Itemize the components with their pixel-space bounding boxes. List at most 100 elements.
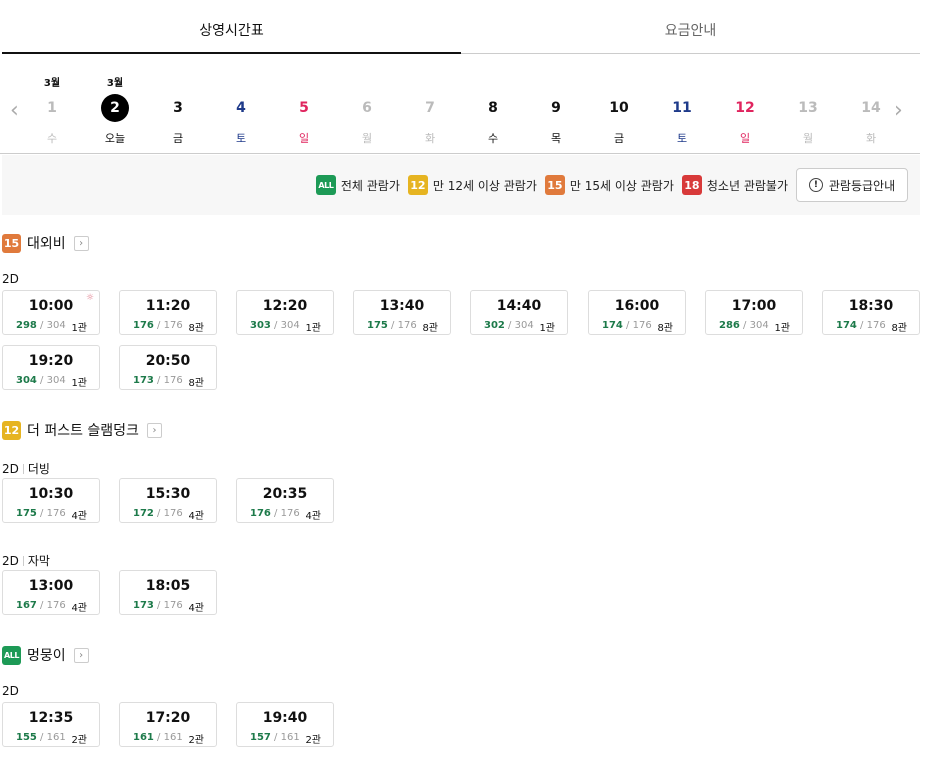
seats-remaining: 167 bbox=[16, 600, 37, 611]
date-month bbox=[596, 74, 642, 86]
seat-count: 175 / 176 bbox=[16, 508, 66, 519]
showtime-slot[interactable]: 13:00 167 / 176 4관 bbox=[2, 570, 100, 615]
date-number: 2 bbox=[101, 94, 129, 122]
date-weekday: 금 bbox=[613, 132, 625, 145]
showtime-slot[interactable]: 15:30 172 / 176 4관 bbox=[119, 478, 217, 523]
seats-separator: / bbox=[856, 320, 867, 331]
showtime-time: 19:20 bbox=[28, 353, 74, 369]
prev-dates-chevron-left-icon[interactable]: ‹ bbox=[10, 100, 19, 122]
date-number: 9 bbox=[551, 100, 561, 116]
hall-number: 8관 bbox=[657, 323, 673, 334]
showtime-slot[interactable]: 10:30 175 / 176 4관 bbox=[2, 478, 100, 523]
showtime-slot[interactable]: 17:00 286 / 304 1관 bbox=[705, 290, 803, 335]
seat-count: 174 / 176 bbox=[836, 320, 886, 331]
seats-separator: / bbox=[153, 320, 164, 331]
showtime-time: 12:35 bbox=[28, 710, 74, 726]
showtime-slot[interactable]: 20:35 176 / 176 4관 bbox=[236, 478, 334, 523]
seats-separator: / bbox=[739, 320, 750, 331]
showtime-time: 10:00 bbox=[28, 298, 74, 314]
seat-count: 173 / 176 bbox=[133, 375, 183, 386]
format-label: 2D bbox=[2, 272, 19, 286]
date-month bbox=[155, 74, 201, 86]
seats-total: 176 bbox=[163, 600, 183, 611]
showtime-slot[interactable]: 12:35 155 / 161 2관 bbox=[2, 702, 100, 747]
seats-separator: / bbox=[153, 508, 164, 519]
date-weekday: 토 bbox=[235, 132, 247, 145]
showtime-slot[interactable]: 18:05 173 / 176 4관 bbox=[119, 570, 217, 615]
movie-title[interactable]: 더 퍼스트 슬램덩크 bbox=[27, 420, 139, 440]
next-dates-chevron-right-icon[interactable]: › bbox=[894, 100, 903, 122]
seat-count: 303 / 304 bbox=[250, 320, 300, 331]
date-weekday: 오늘 bbox=[104, 132, 126, 145]
rating-guide-button[interactable]: ! 관람등급안내 bbox=[796, 168, 908, 202]
hall-number: 8관 bbox=[188, 378, 204, 389]
tab-pricing[interactable]: 요금안내 bbox=[461, 0, 920, 54]
showtime-time: 18:30 bbox=[848, 298, 894, 314]
showtime-slot[interactable]: 13:40 175 / 176 8관 bbox=[353, 290, 451, 335]
seat-count: 161 / 161 bbox=[133, 732, 183, 743]
format-label: 2D bbox=[2, 461, 19, 476]
showtime-slot[interactable]: 20:50 173 / 176 8관 bbox=[119, 345, 217, 390]
seat-count: 302 / 304 bbox=[484, 320, 534, 331]
date-weekday: 화 bbox=[865, 132, 877, 145]
rating-18-badge-icon: 18 bbox=[681, 175, 702, 195]
movie-detail-chevron-right-icon[interactable]: › bbox=[73, 647, 89, 663]
seats-separator: / bbox=[153, 600, 164, 611]
showtime-slot[interactable]: 10:00 298 / 304 1관 ☼ bbox=[2, 290, 100, 335]
tab-showtimes[interactable]: 상영시간표 bbox=[2, 0, 461, 54]
seats-total: 161 bbox=[46, 732, 66, 743]
date-number: 4 bbox=[236, 100, 246, 116]
showtime-slot[interactable]: 19:20 304 / 304 1관 bbox=[2, 345, 100, 390]
showtime-time: 15:30 bbox=[145, 486, 191, 502]
date-number: 10 bbox=[609, 100, 629, 116]
showtime-slot[interactable]: 18:30 174 / 176 8관 bbox=[822, 290, 920, 335]
showtime-time: 19:40 bbox=[262, 710, 308, 726]
hall-number: 1관 bbox=[539, 323, 555, 334]
seats-remaining: 172 bbox=[133, 508, 154, 519]
rating-15-badge-icon: 15 bbox=[2, 233, 21, 253]
rating-guide-label: 관람등급안내 bbox=[828, 178, 896, 193]
seats-total: 176 bbox=[632, 320, 652, 331]
date-month: 3월 bbox=[106, 78, 124, 89]
showtime-slot[interactable]: 14:40 302 / 304 1관 bbox=[470, 290, 568, 335]
seats-remaining: 157 bbox=[250, 732, 271, 743]
date-weekday: 일 bbox=[739, 132, 751, 145]
legend-item-15: 15 만 15세 이상 관람가 bbox=[544, 175, 674, 195]
date-weekday: 토 bbox=[676, 132, 688, 145]
date-month bbox=[722, 74, 768, 86]
showtime-slot[interactable]: 17:20 161 / 161 2관 bbox=[119, 702, 217, 747]
showtime-time: 20:35 bbox=[262, 486, 308, 502]
screen-format: 2D bbox=[2, 684, 19, 698]
date-month bbox=[470, 74, 516, 86]
seats-separator: / bbox=[36, 732, 47, 743]
date-number: 13 bbox=[798, 100, 818, 116]
showtime-slot[interactable]: 11:20 176 / 176 8관 bbox=[119, 290, 217, 335]
showtime-slot[interactable]: 19:40 157 / 161 2관 bbox=[236, 702, 334, 747]
showtime-slot[interactable]: 16:00 174 / 176 8관 bbox=[588, 290, 686, 335]
showtime-time: 10:30 bbox=[28, 486, 74, 502]
date-weekday: 금 bbox=[172, 132, 184, 145]
seat-count: 176 / 176 bbox=[133, 320, 183, 331]
seats-total: 161 bbox=[280, 732, 300, 743]
rating-12-badge-icon: 12 bbox=[407, 175, 428, 195]
hall-number: 4관 bbox=[188, 511, 204, 522]
rating-12-badge-icon: 12 bbox=[2, 420, 21, 440]
legend-label: 전체 관람가 bbox=[340, 178, 400, 193]
format-label: 2D bbox=[2, 553, 19, 568]
date-weekday: 수 bbox=[46, 132, 58, 145]
hall-number: 8관 bbox=[188, 323, 204, 334]
movie-title[interactable]: 대외비 bbox=[27, 233, 66, 253]
showtime-time: 11:20 bbox=[145, 298, 191, 314]
hall-number: 8관 bbox=[891, 323, 907, 334]
seat-count: 173 / 176 bbox=[133, 600, 183, 611]
seats-separator: / bbox=[622, 320, 633, 331]
movie-detail-chevron-right-icon[interactable]: › bbox=[73, 235, 89, 251]
showtime-time: 17:00 bbox=[731, 298, 777, 314]
movie-title[interactable]: 멍뭉이 bbox=[27, 645, 66, 665]
seats-total: 176 bbox=[46, 508, 66, 519]
showtime-slot[interactable]: 12:20 303 / 304 1관 bbox=[236, 290, 334, 335]
seats-remaining: 175 bbox=[367, 320, 388, 331]
movie-detail-chevron-right-icon[interactable]: › bbox=[146, 422, 162, 438]
info-icon: ! bbox=[808, 178, 823, 192]
seats-separator: / bbox=[504, 320, 515, 331]
